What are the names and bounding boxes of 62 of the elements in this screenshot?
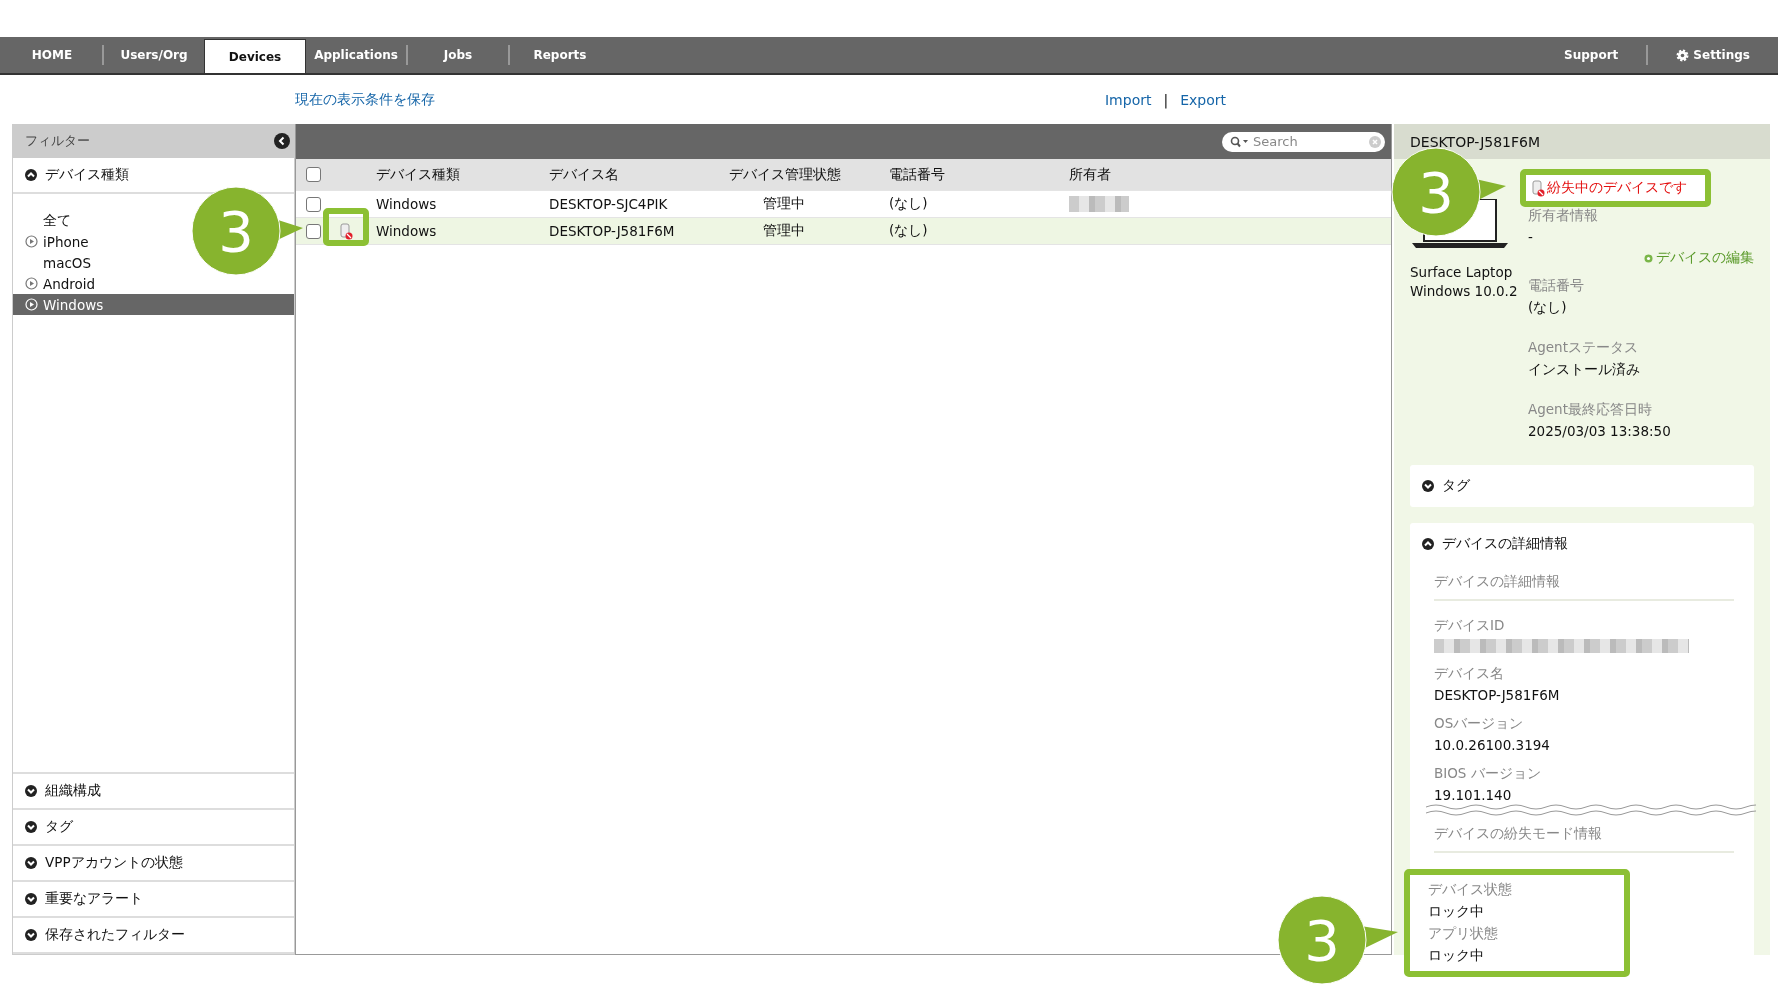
export-link[interactable]: Export	[1180, 91, 1226, 108]
table-cell: DESKTOP-J581F6M	[549, 223, 675, 239]
field-value: インストール済み	[1528, 361, 1641, 379]
filter-item[interactable]: Windows	[13, 294, 294, 315]
details-section-header[interactable]: デバイスの詳細情報	[1422, 523, 1754, 565]
column-header[interactable]: デバイス名	[549, 165, 619, 184]
table-cell: Windows	[376, 196, 437, 212]
step-callout: 3	[1278, 896, 1398, 984]
field-label: デバイス状態	[1428, 881, 1513, 899]
filter-item[interactable]: 全て	[13, 210, 77, 231]
filter-title: フィルター	[25, 132, 90, 150]
field-label: Agentステータス	[1528, 339, 1639, 357]
filter-item[interactable]: Android	[13, 273, 102, 294]
field-value: DESKTOP-J581F6M	[1434, 687, 1561, 703]
field-label: デバイスID	[1434, 617, 1506, 635]
field-label: 電話番号	[1528, 277, 1585, 295]
group-heading: デバイスの紛失モード情報	[1434, 817, 1734, 853]
nav-tab[interactable]: Users/Org	[104, 37, 204, 73]
save-view-link[interactable]: 現在の表示条件を保存	[295, 90, 435, 109]
settings-link[interactable]: Settings	[1676, 48, 1750, 62]
lost-device-badge: 紛失中のデバイスです	[1520, 169, 1711, 207]
filter-item[interactable]: macOS	[13, 252, 98, 273]
table-cell: 管理中	[763, 222, 805, 240]
column-header[interactable]: デバイス管理状態	[729, 165, 841, 184]
column-header[interactable]: デバイス種類	[376, 165, 460, 184]
field-label: アプリ状態	[1428, 925, 1499, 943]
table-cell: DESKTOP-SJC4PIK	[549, 196, 668, 212]
table-cell: (なし)	[889, 222, 928, 240]
field-value: -	[1528, 229, 1534, 245]
table-cell: (なし)	[889, 195, 928, 213]
step-callout: 3	[192, 187, 303, 275]
import-link[interactable]: Import	[1105, 91, 1152, 108]
device-row[interactable]: Windows DESKTOP-J581F6M 管理中 (なし)	[296, 218, 1391, 245]
field-label: BIOS バージョン	[1434, 765, 1542, 783]
nav-link[interactable]: Support	[1564, 48, 1619, 62]
link-separator: |	[1163, 91, 1169, 108]
field-label: デバイス名	[1434, 665, 1505, 683]
table-cell: Windows	[376, 223, 437, 239]
search-field[interactable]: Search	[1222, 131, 1385, 152]
column-header[interactable]: 所有者	[1069, 165, 1111, 184]
column-header[interactable]: 電話番号	[889, 165, 945, 184]
field-label: OSバージョン	[1434, 715, 1525, 733]
table-cell: 管理中	[763, 195, 805, 213]
nav-tab[interactable]: Devices	[204, 39, 306, 73]
tag-section-header[interactable]: タグ	[1422, 465, 1754, 507]
device-title: DESKTOP-J581F6M	[1410, 133, 1541, 150]
nav-tab[interactable]: Jobs	[408, 37, 508, 73]
field-label: 所有者情報	[1528, 207, 1599, 225]
field-value: 2025/03/03 13:38:50	[1528, 423, 1672, 439]
nav-tab[interactable]: HOME	[2, 37, 102, 73]
field-value: ロック中	[1428, 903, 1485, 921]
field-value: 10.0.26100.3194	[1434, 737, 1551, 753]
field-label: Agent最終応答日時	[1528, 401, 1653, 419]
field-value: (なし)	[1528, 299, 1568, 317]
filter-item[interactable]: iPhone	[13, 231, 95, 252]
field-value: 19.101.140	[1434, 787, 1513, 803]
nav-tab[interactable]: Reports	[510, 37, 610, 73]
device-os: Windows 10.0.2	[1410, 282, 1519, 301]
nav-tab[interactable]: Applications	[306, 37, 406, 73]
group-heading: デバイスの詳細情報	[1434, 565, 1734, 601]
device-model: Surface Laptop	[1410, 263, 1514, 282]
field-value: ロック中	[1428, 947, 1485, 965]
